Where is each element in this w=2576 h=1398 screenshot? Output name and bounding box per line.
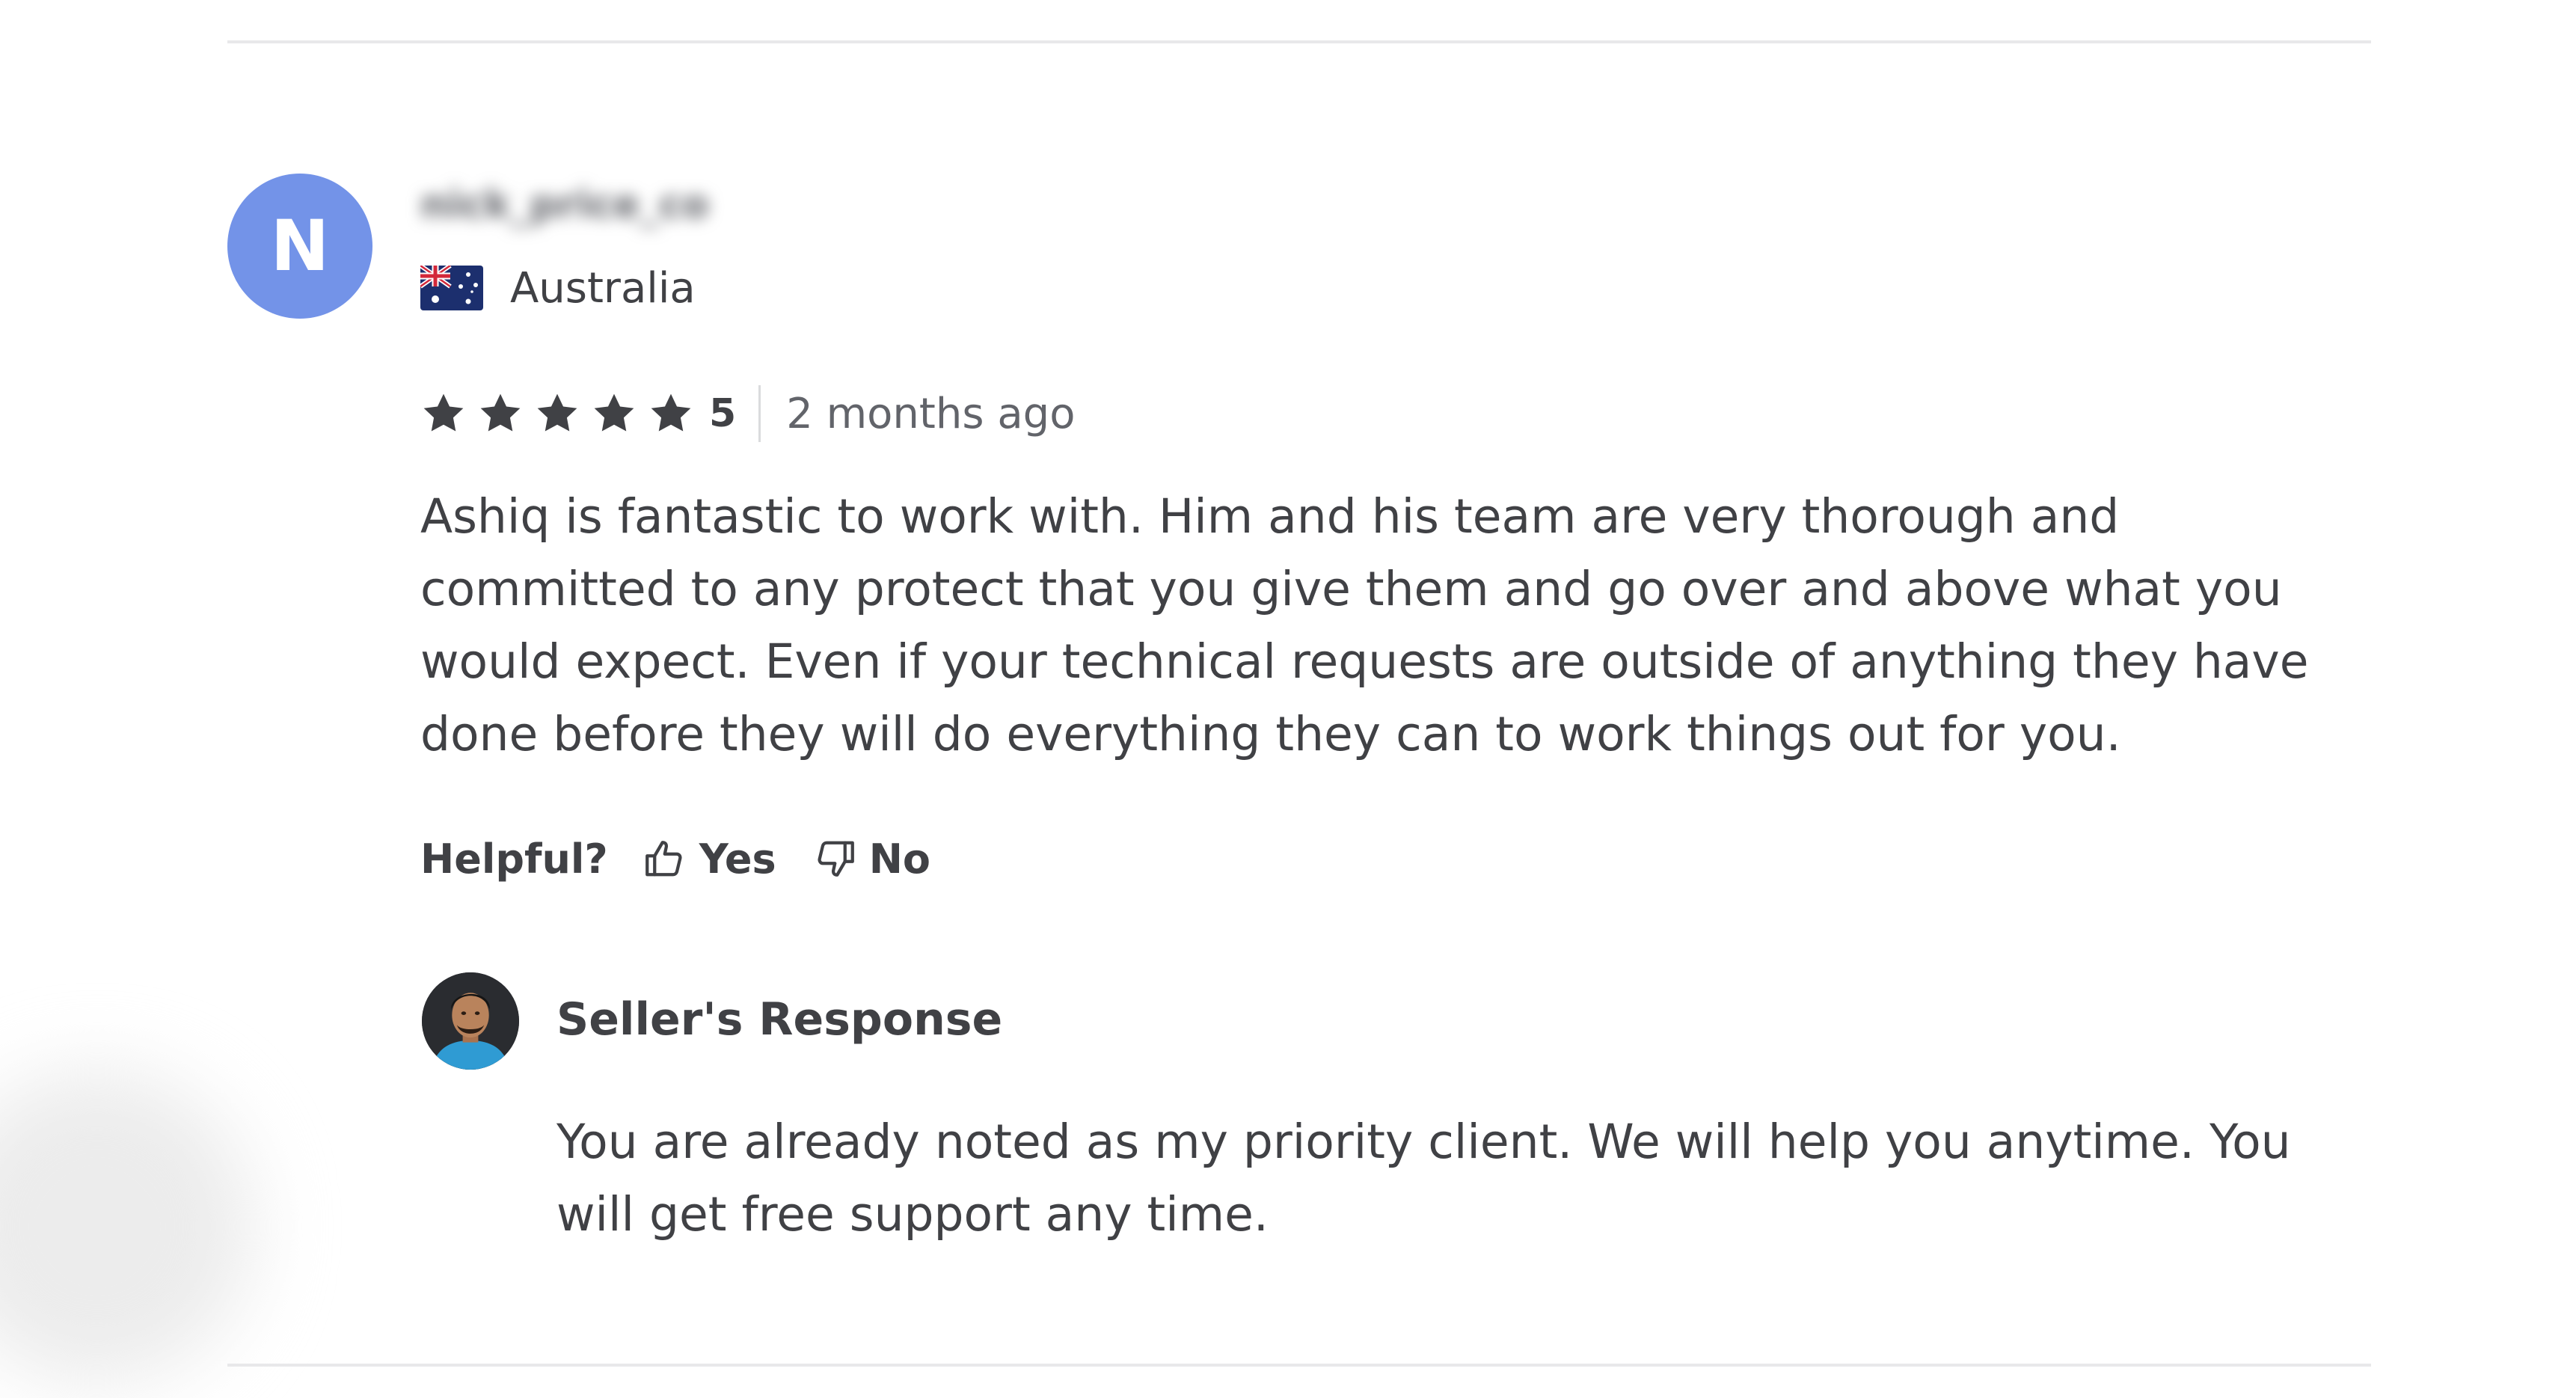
review-text: Ashiq is fantastic to work with. Him and…	[420, 489, 2309, 761]
reviewer-username[interactable]: nick_price_co	[420, 183, 709, 227]
helpful-yes-label: Yes	[699, 835, 776, 883]
rating-separator	[758, 385, 761, 442]
rating-value: 5	[709, 391, 737, 436]
reviewer-avatar: N	[227, 174, 372, 319]
star-icon	[480, 393, 521, 432]
rating-row: 5 2 months ago	[420, 385, 1075, 442]
seller-avatar[interactable]	[422, 972, 519, 1070]
seller-response-title: Seller's Response	[556, 993, 1003, 1046]
australia-flag-icon	[420, 266, 483, 310]
helpful-label: Helpful?	[420, 835, 608, 883]
bottom-divider	[227, 1364, 2371, 1367]
helpful-row: Helpful? Yes No	[420, 829, 966, 889]
blurred-background-shape	[0, 1070, 254, 1384]
star-rating	[420, 390, 705, 437]
country-name: Australia	[510, 263, 696, 313]
thumbs-up-icon	[645, 841, 682, 877]
reviewer-avatar-initial: N	[270, 205, 330, 287]
thumbs-down-icon	[818, 841, 854, 877]
star-icon	[537, 393, 577, 432]
star-icon	[594, 393, 634, 432]
seller-avatar-photo	[422, 972, 519, 1070]
helpful-yes-button[interactable]: Yes	[643, 836, 776, 883]
helpful-no-button[interactable]: No	[812, 836, 930, 883]
star-icon	[423, 393, 464, 432]
seller-response-text: You are already noted as my priority cli…	[556, 1115, 2291, 1242]
reviewer-country: Australia	[420, 262, 696, 314]
helpful-no-label: No	[868, 835, 930, 883]
top-divider	[227, 40, 2371, 43]
star-icon	[651, 393, 691, 432]
review-time-ago: 2 months ago	[786, 389, 1076, 438]
